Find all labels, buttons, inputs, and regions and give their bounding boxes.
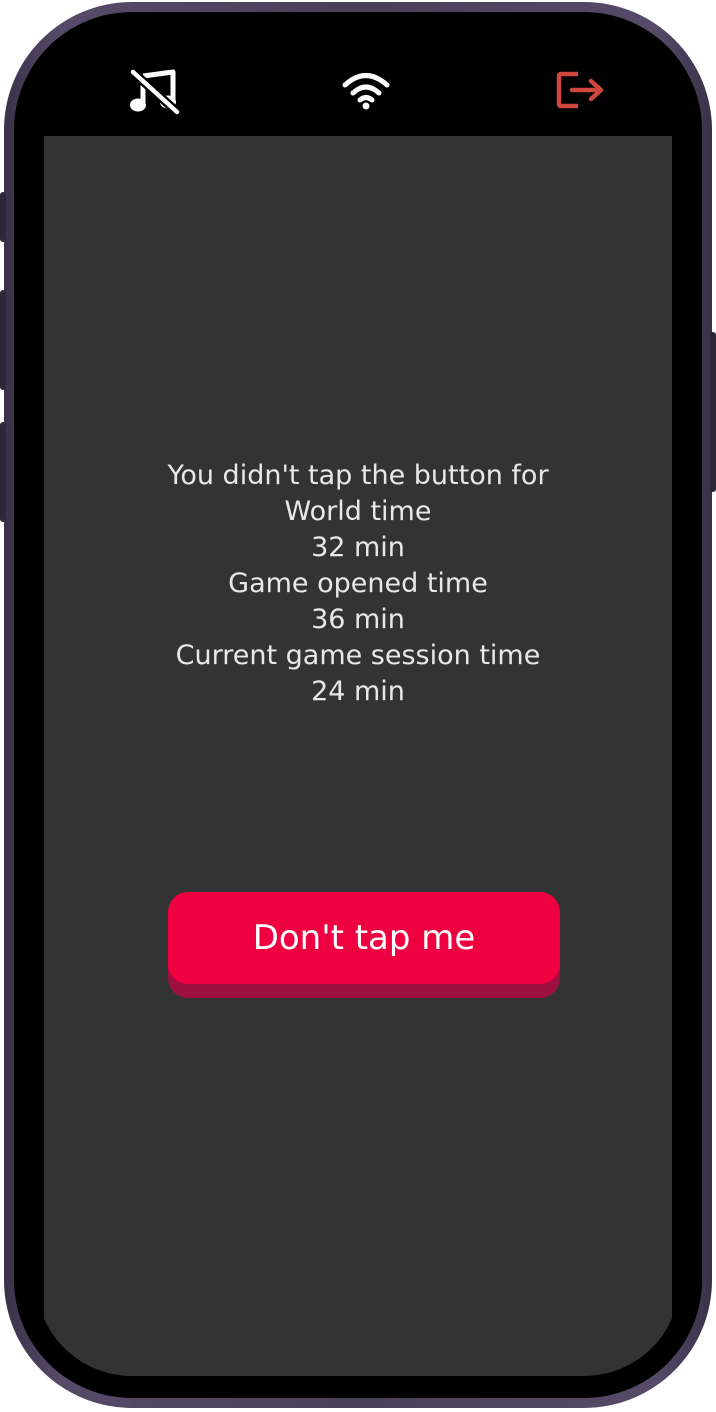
phone-screen: You didn't tap the button for World time…	[36, 34, 680, 1376]
dont-tap-button[interactable]: Don't tap me	[168, 892, 560, 984]
top-toolbar	[36, 34, 680, 136]
info-heading: You didn't tap the button for	[167, 460, 549, 491]
game-opened-value: 36 min	[311, 604, 405, 635]
session-time-label: Current game session time	[175, 640, 541, 671]
game-area: You didn't tap the button for World time…	[44, 136, 672, 1376]
world-time-value: 32 min	[311, 532, 405, 563]
wifi-icon	[342, 73, 390, 110]
exit-icon[interactable]	[556, 70, 606, 110]
dont-tap-button-wrap: Don't tap me	[168, 892, 560, 1000]
side-button-volume-down	[0, 422, 6, 522]
phone-bezel: You didn't tap the button for World time…	[14, 12, 702, 1398]
side-button-volume-up	[0, 290, 6, 390]
world-time-label: World time	[284, 496, 432, 527]
side-button-power	[710, 332, 716, 492]
music-off-icon[interactable]	[129, 68, 181, 116]
game-opened-label: Game opened time	[228, 568, 488, 599]
session-time-value: 24 min	[311, 676, 405, 707]
phone-frame: You didn't tap the button for World time…	[0, 2, 716, 1408]
timer-info: You didn't tap the button for World time…	[44, 458, 672, 710]
side-button-silent	[0, 192, 6, 242]
